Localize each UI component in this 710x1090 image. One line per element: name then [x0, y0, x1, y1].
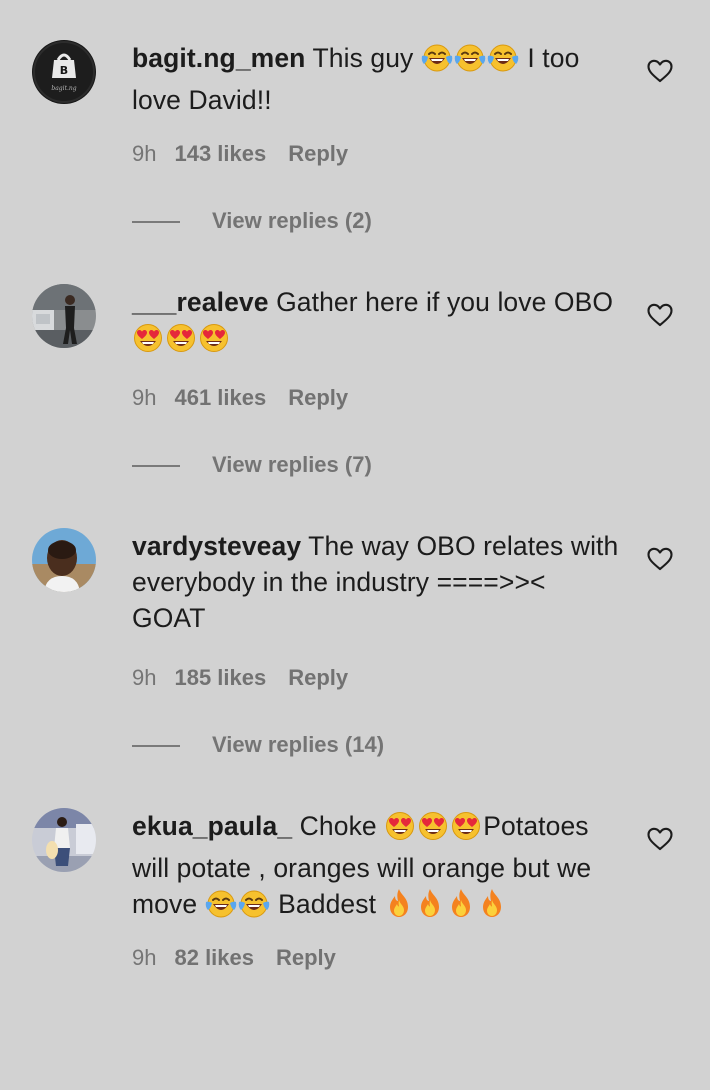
face-with-tears-of-joy-emoji	[205, 889, 237, 928]
view-replies-button[interactable]: View replies (14)	[212, 732, 384, 758]
heart-outline-icon[interactable]	[647, 59, 673, 83]
fire-emoji	[446, 887, 476, 928]
smiling-face-with-heart-eyes-emoji	[450, 811, 482, 850]
smiling-face-with-heart-eyes-emoji	[165, 323, 197, 362]
reply-button[interactable]: Reply	[276, 945, 336, 970]
comment-likes[interactable]: 185 likes	[174, 665, 266, 690]
view-replies-button[interactable]: View replies (7)	[212, 452, 372, 478]
comment-username[interactable]: ___realeve	[132, 287, 269, 317]
reply-button[interactable]: Reply	[288, 385, 348, 410]
avatar[interactable]	[32, 284, 96, 348]
avatar[interactable]	[32, 808, 96, 872]
svg-text:B: B	[60, 64, 68, 77]
face-with-tears-of-joy-emoji	[487, 43, 519, 82]
fire-emoji	[415, 887, 445, 928]
fire-emoji	[477, 887, 507, 928]
comment-text-segment: Gather here if you love OBO	[276, 287, 614, 317]
svg-text:bagit.ng: bagit.ng	[51, 85, 76, 92]
heart-outline-icon[interactable]	[647, 547, 673, 571]
divider-line	[132, 745, 180, 747]
comment-meta: 9h 82 likes Reply	[132, 945, 336, 971]
heart-outline-icon[interactable]	[647, 827, 673, 851]
comment-text: ekua_paula_ Choke Potatoes will potate ,…	[132, 808, 622, 928]
comment-text-segment: Choke	[299, 811, 385, 841]
comment-time: 9h	[132, 665, 157, 690]
comment-likes[interactable]: 82 likes	[174, 945, 254, 970]
reply-button[interactable]: Reply	[288, 141, 348, 166]
face-with-tears-of-joy-emoji	[454, 43, 486, 82]
avatar[interactable]	[32, 528, 96, 592]
comment-time: 9h	[132, 385, 157, 410]
heart-outline-icon[interactable]	[647, 303, 673, 327]
comment-likes[interactable]: 461 likes	[174, 385, 266, 410]
divider-line	[132, 221, 180, 223]
smiling-face-with-heart-eyes-emoji	[384, 811, 416, 850]
comment-likes[interactable]: 143 likes	[174, 141, 266, 166]
smiling-face-with-heart-eyes-emoji	[417, 811, 449, 850]
comment-username[interactable]: bagit.ng_men	[132, 43, 305, 73]
comment-time: 9h	[132, 945, 157, 970]
comment-username[interactable]: ekua_paula_	[132, 811, 292, 841]
divider-line	[132, 465, 180, 467]
smiling-face-with-heart-eyes-emoji	[198, 323, 230, 362]
comment-meta: 9h 185 likes Reply	[132, 665, 348, 691]
comment-text: ___realeve Gather here if you love OBO	[132, 284, 622, 362]
face-with-tears-of-joy-emoji	[238, 889, 270, 928]
comment-time: 9h	[132, 141, 157, 166]
avatar[interactable]: B bagit.ng	[32, 40, 96, 104]
comment-text: vardysteveay The way OBO relates with ev…	[132, 528, 622, 636]
comment-username[interactable]: vardysteveay	[132, 531, 301, 561]
comment-meta: 9h 461 likes Reply	[132, 385, 348, 411]
comment-text: bagit.ng_men This guy I too love David!!	[132, 40, 622, 118]
fire-emoji	[384, 887, 414, 928]
comment-text-segment: This guy	[312, 43, 421, 73]
face-with-tears-of-joy-emoji	[421, 43, 453, 82]
smiling-face-with-heart-eyes-emoji	[132, 323, 164, 362]
view-replies-button[interactable]: View replies (2)	[212, 208, 372, 234]
reply-button[interactable]: Reply	[288, 665, 348, 690]
comment-meta: 9h 143 likes Reply	[132, 141, 348, 167]
comment-text-segment: Baddest	[270, 889, 384, 919]
